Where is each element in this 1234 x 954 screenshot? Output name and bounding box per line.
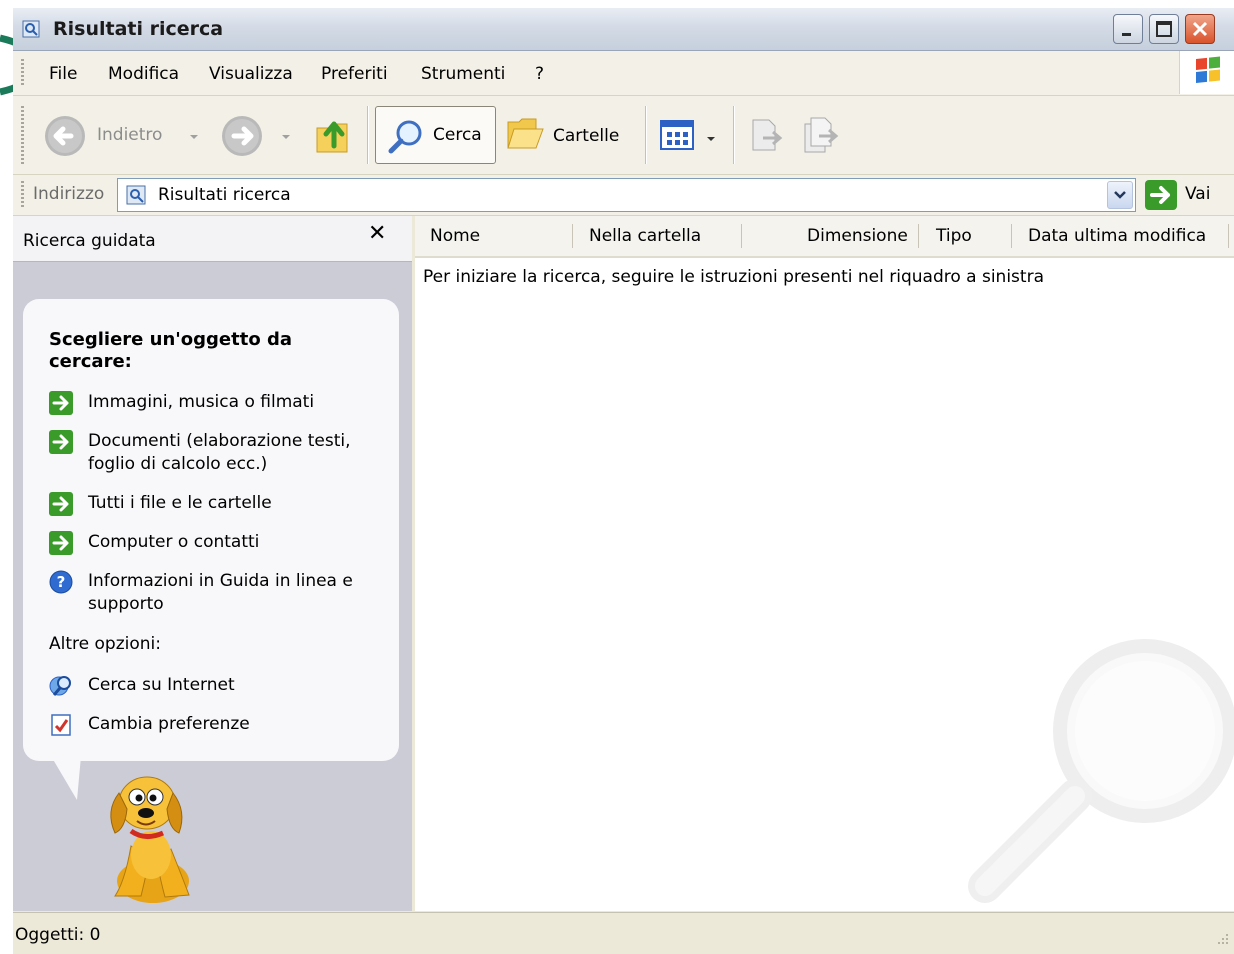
internet-search-icon (49, 674, 73, 698)
toolbar-grip[interactable] (21, 106, 24, 164)
forward-button[interactable] (220, 114, 300, 156)
chevron-down-icon (705, 130, 717, 150)
up-folder-button[interactable] (313, 110, 355, 158)
column-type[interactable]: Tipo (936, 226, 972, 246)
standard-toolbar: Indietro Cerca Cartelle (13, 96, 1234, 175)
menu-strumenti[interactable]: Strumenti (421, 64, 505, 84)
column-size[interactable]: Dimensione (807, 226, 908, 246)
menu-preferiti[interactable]: Preferiti (321, 64, 388, 84)
window-title: Risultati ricerca (53, 18, 224, 40)
go-button[interactable]: Vai (1144, 179, 1224, 211)
forward-arrow-icon (220, 114, 264, 163)
svg-text:?: ? (57, 573, 66, 591)
folders-label: Cartelle (553, 126, 620, 146)
back-button[interactable]: Indietro (43, 114, 203, 156)
menu-file[interactable]: File (49, 64, 77, 84)
search-label: Cerca (433, 125, 482, 145)
search-internet-label[interactable]: Cerca su Internet (88, 674, 388, 697)
preferences-icon (49, 713, 73, 737)
menu-visualizza[interactable]: Visualizza (209, 64, 293, 84)
magnifier-watermark-icon (955, 636, 1234, 911)
chevron-down-icon (188, 128, 200, 148)
search-results-icon (126, 185, 146, 210)
resize-grip-icon[interactable] (1216, 931, 1230, 951)
go-label: Vai (1185, 184, 1211, 204)
search-dog-icon[interactable] (101, 771, 211, 911)
back-label: Indietro (97, 125, 163, 145)
view-icon (659, 118, 705, 157)
column-folder[interactable]: Nella cartella (589, 226, 701, 246)
search-option-label[interactable]: Informazioni in Guida in linea e support… (88, 570, 388, 616)
toolbar-separator (733, 106, 735, 164)
column-headers: Nome Nella cartella Dimensione Tipo Data… (415, 216, 1234, 258)
search-button[interactable]: Cerca (375, 106, 496, 164)
menu-grip[interactable] (21, 59, 24, 87)
search-companion-pane: Ricerca guidata ✕ Scegliere un'oggetto d… (13, 216, 415, 911)
status-text: Oggetti: 0 (15, 925, 101, 945)
column-divider[interactable] (918, 224, 919, 248)
menu-modifica[interactable]: Modifica (108, 64, 179, 84)
search-option-label[interactable]: Tutti i file e le cartelle (88, 492, 388, 515)
folder-up-icon (313, 121, 355, 163)
address-label: Indirizzo (33, 184, 105, 204)
column-divider[interactable] (741, 224, 742, 248)
search-options-balloon: Scegliere un'oggetto da cercare: Immagin… (23, 299, 399, 761)
explorer-window: Risultati ricerca File Modifica Visualiz… (13, 8, 1234, 954)
folders-icon (505, 114, 545, 159)
balloon-tail (41, 756, 101, 806)
magnifier-icon (386, 117, 426, 162)
column-divider[interactable] (572, 224, 573, 248)
green-arrow-icon (49, 430, 73, 454)
green-arrow-icon (49, 531, 73, 555)
toolbar-separator (367, 106, 369, 164)
search-option-label[interactable]: Immagini, musica o filmati (88, 391, 388, 414)
folders-button[interactable]: Cartelle (505, 110, 635, 160)
address-dropdown-button[interactable] (1107, 181, 1133, 209)
windows-logo-icon (1179, 51, 1234, 94)
menu-help[interactable]: ? (535, 64, 544, 84)
minimize-button[interactable] (1113, 14, 1143, 44)
chevron-down-icon (280, 128, 292, 148)
column-divider[interactable] (1011, 224, 1012, 248)
status-bar: Oggetti: 0 (13, 912, 1234, 954)
search-results-icon (22, 20, 40, 38)
move-to-button[interactable] (749, 116, 785, 156)
search-heading: Scegliere un'oggetto da cercare: (49, 329, 292, 372)
address-bar: Indirizzo Risultati ricerca Vai (13, 175, 1234, 216)
address-value: Risultati ricerca (158, 185, 291, 205)
results-list[interactable]: Nome Nella cartella Dimensione Tipo Data… (415, 216, 1234, 911)
column-divider[interactable] (1228, 224, 1229, 248)
toolbar-separator (645, 106, 647, 164)
title-bar[interactable]: Risultati ricerca (13, 8, 1234, 51)
column-name[interactable]: Nome (430, 226, 480, 246)
other-options-heading: Altre opzioni: (49, 634, 161, 654)
green-arrow-icon (49, 391, 73, 415)
search-option-label[interactable]: Documenti (elaborazione testi, foglio di… (88, 430, 388, 476)
copy-to-button[interactable] (801, 116, 841, 156)
menu-bar: File Modifica Visualizza Preferiti Strum… (13, 51, 1234, 96)
pane-title: Ricerca guidata (23, 231, 156, 251)
close-button[interactable] (1185, 14, 1215, 44)
maximize-button[interactable] (1149, 14, 1179, 44)
views-button[interactable] (659, 118, 721, 154)
green-arrow-icon (49, 492, 73, 516)
address-grip[interactable] (21, 181, 24, 209)
column-date-modified[interactable]: Data ultima modifica (1028, 226, 1206, 246)
address-field[interactable]: Risultati ricerca (117, 178, 1136, 212)
green-arrow-icon (1144, 179, 1178, 216)
help-icon: ? (49, 570, 73, 594)
copy-to-icon (801, 117, 841, 161)
empty-results-message: Per iniziare la ricerca, seguire le istr… (423, 267, 1044, 287)
move-to-icon (749, 119, 785, 161)
change-preferences-label[interactable]: Cambia preferenze (88, 713, 388, 736)
close-pane-icon[interactable]: ✕ (368, 221, 386, 246)
back-arrow-icon (43, 114, 87, 163)
pane-header: Ricerca guidata ✕ (13, 216, 412, 262)
search-option-label[interactable]: Computer o contatti (88, 531, 388, 554)
